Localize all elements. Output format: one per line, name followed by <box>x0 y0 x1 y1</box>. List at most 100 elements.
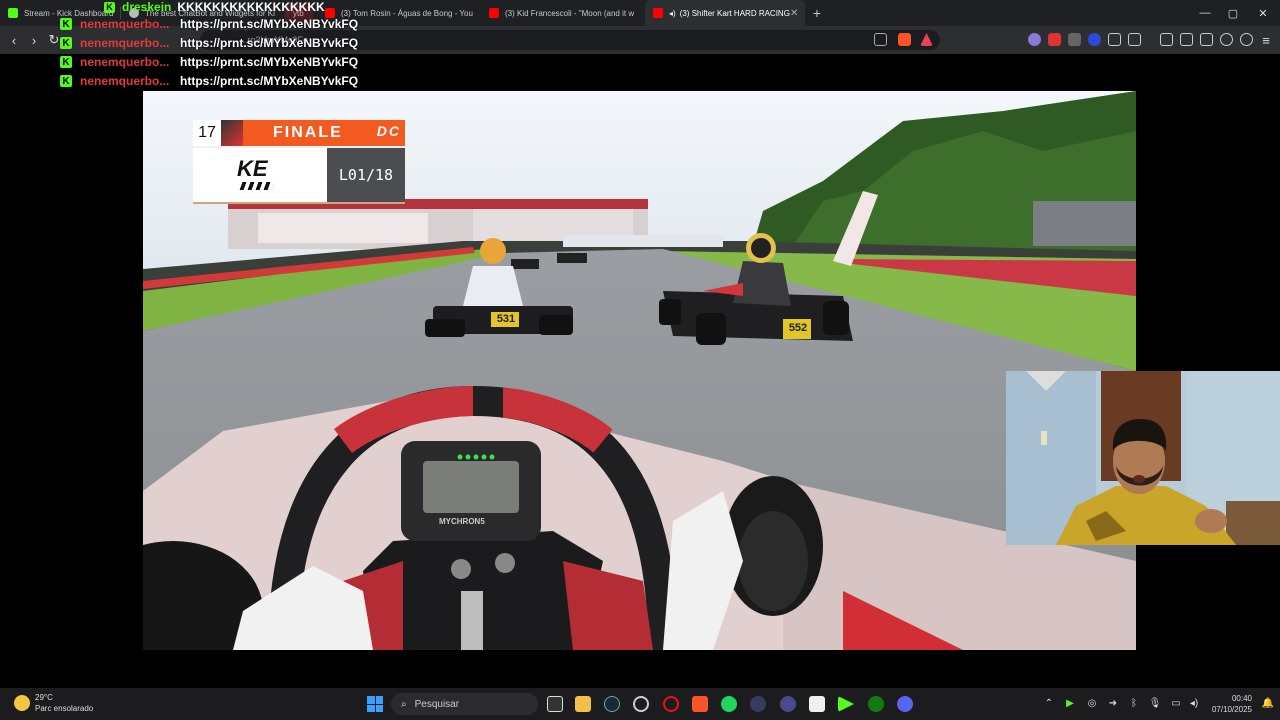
forward-button[interactable]: › <box>26 32 42 48</box>
chat-message-text: https://prnt.sc/MYbXeNBYvkFQ <box>180 36 359 50</box>
extension-icon[interactable] <box>1028 33 1041 46</box>
weather-temperature: 29°C <box>35 693 53 702</box>
sidebar-icon[interactable] <box>1180 33 1193 46</box>
spotify-icon[interactable] <box>721 696 737 712</box>
chat-message-text: https://prnt.sc/MYbXeNBYvkFQ <box>180 74 359 88</box>
chat-username: nenemquerbo... <box>80 74 170 88</box>
back-button[interactable]: ‹ <box>6 32 22 48</box>
tray-icon[interactable]: ➜ <box>1107 697 1119 709</box>
wallet-icon[interactable] <box>1200 33 1213 46</box>
youtube-icon <box>489 8 499 18</box>
app-icon[interactable] <box>780 696 796 712</box>
close-window-button[interactable]: ✕ <box>1246 0 1280 26</box>
chat-message-text: https://prnt.sc/MYbXeNBYvkFQ <box>180 17 359 31</box>
kick-icon[interactable] <box>838 696 854 712</box>
extension-icon[interactable] <box>1088 33 1101 46</box>
cast-icon[interactable] <box>874 33 887 46</box>
kick-tray-icon[interactable]: ▶ <box>1064 697 1076 709</box>
chat-username: nenemquerbo... <box>80 36 170 50</box>
lap-counter: L01/18 <box>327 148 405 202</box>
kart-number-right: 552 <box>788 322 808 334</box>
weather-description: Parc ensolarado <box>35 704 94 713</box>
chat-message: K nenemquerbo... https://prnt.sc/MYbXeNB… <box>60 72 358 90</box>
team-box: KE <box>193 148 327 202</box>
youtube-icon <box>653 8 663 18</box>
system-clock[interactable]: 00:40 07/10/2025 <box>1212 693 1252 715</box>
chat-username: nenemquerbo... <box>80 55 170 69</box>
chevron-up-icon[interactable]: ⌃ <box>1043 697 1055 709</box>
chat-message: K nenemquerbo... https://prnt.sc/MYbXeNB… <box>60 34 358 52</box>
dash-brand: MYCHRON5 <box>439 517 485 526</box>
overlay-divider <box>193 202 405 204</box>
search-icon: ⌕ <box>401 698 407 710</box>
microphone-icon[interactable]: 🎙 <box>1149 697 1162 709</box>
driver-icon <box>221 120 243 146</box>
xbox-icon[interactable] <box>868 696 884 712</box>
windows-taskbar: 29°C Parc ensolarado ⌕ Pesquisar ⌃ ▶ ◎ ➜… <box>0 688 1280 720</box>
brand-logo: DC <box>376 123 401 139</box>
media-icon[interactable] <box>1160 33 1173 46</box>
maximize-button[interactable]: ▢ <box>1216 0 1250 26</box>
obs-icon[interactable] <box>633 696 649 712</box>
chat-message-top: K dreskein KKKKKKKKKKKKKKKKK <box>104 0 325 14</box>
extensions-puzzle-icon[interactable] <box>1108 33 1121 46</box>
windows-logo-icon <box>367 696 375 704</box>
notepad-icon[interactable] <box>809 696 825 712</box>
kick-icon: K <box>104 1 115 13</box>
tab-kid-francescoli[interactable]: (3) Kid Francescoli - "Moon (and it w <box>481 0 645 26</box>
screenshot-icon[interactable] <box>1128 33 1141 46</box>
clock-time: 00:40 <box>1231 694 1252 703</box>
position-number: 17 <box>193 120 221 146</box>
discord-icon[interactable] <box>897 696 913 712</box>
start-button[interactable] <box>367 696 383 712</box>
close-tab-icon[interactable]: ✕ <box>790 8 798 19</box>
team-logo: KE <box>237 156 268 181</box>
tray-icon[interactable]: ◎ <box>1086 697 1098 709</box>
kick-icon <box>8 8 18 18</box>
chat-username: nenemquerbo... <box>80 17 170 31</box>
taskbar-search[interactable]: ⌕ Pesquisar <box>391 693 538 715</box>
file-explorer-icon[interactable] <box>575 696 591 712</box>
brave-shield-icon[interactable] <box>898 33 911 46</box>
kick-icon: K <box>60 18 72 30</box>
extension-icon[interactable] <box>1048 33 1061 46</box>
menu-icon[interactable]: ≡ <box>1258 32 1274 48</box>
app-icon[interactable] <box>750 696 766 712</box>
chat-message: K nenemquerbo... https://prnt.sc/MYbXeNB… <box>60 53 358 71</box>
tab-label: (3) Shifter Kart HARD RACING <box>679 8 790 18</box>
tab-label: (3) Kid Francescoli - "Moon (and it w <box>505 8 635 18</box>
chat-message-text: https://prnt.sc/MYbXeNBYvkFQ <box>180 55 359 69</box>
chat-message-text: KKKKKKKKKKKKKKKKK <box>177 0 325 14</box>
chat-username: dreskein <box>122 0 172 14</box>
tab-label: (3) Tom Rosin - Águas de Bong - You <box>341 8 473 18</box>
weather-widget[interactable]: 29°C Parc ensolarado <box>14 692 93 714</box>
speaker-icon: ◂) <box>669 8 676 18</box>
new-tab-button[interactable]: + <box>805 5 829 21</box>
search-placeholder: Pesquisar <box>414 698 460 710</box>
brave-icon[interactable] <box>692 696 708 712</box>
chat-message: K nenemquerbo... https://prnt.sc/MYbXeNB… <box>60 15 358 33</box>
bluetooth-icon[interactable]: ᛒ <box>1128 697 1140 709</box>
steam-icon[interactable] <box>604 696 620 712</box>
notification-icon[interactable]: 🔔 <box>1262 697 1274 709</box>
leo-ai-icon[interactable] <box>1220 33 1233 46</box>
kick-icon: K <box>60 37 72 49</box>
extension-icon[interactable] <box>1068 33 1081 46</box>
kick-icon: K <box>60 75 72 87</box>
kart-number-left: 531 <box>496 313 516 325</box>
kick-icon: K <box>60 56 72 68</box>
task-view-icon[interactable] <box>547 696 563 712</box>
race-overlay: 17 FINALE DC KE L01/18 <box>193 120 405 204</box>
webcam-feed <box>1006 371 1280 545</box>
opera-gx-icon[interactable] <box>663 696 679 712</box>
session-banner: FINALE DC <box>243 120 405 146</box>
clock-date: 07/10/2025 <box>1211 705 1252 714</box>
checkered-flag-icon <box>239 182 275 190</box>
volume-icon[interactable]: ◂) <box>1188 697 1200 709</box>
session-label: FINALE <box>273 124 343 141</box>
partly-sunny-icon <box>14 695 30 711</box>
tab-shifter-kart[interactable]: ◂) (3) Shifter Kart HARD RACING ✕ <box>645 0 805 26</box>
streamer-image <box>1006 371 1280 545</box>
vpn-icon[interactable] <box>1240 33 1253 46</box>
network-icon[interactable]: ▭ <box>1170 697 1182 709</box>
